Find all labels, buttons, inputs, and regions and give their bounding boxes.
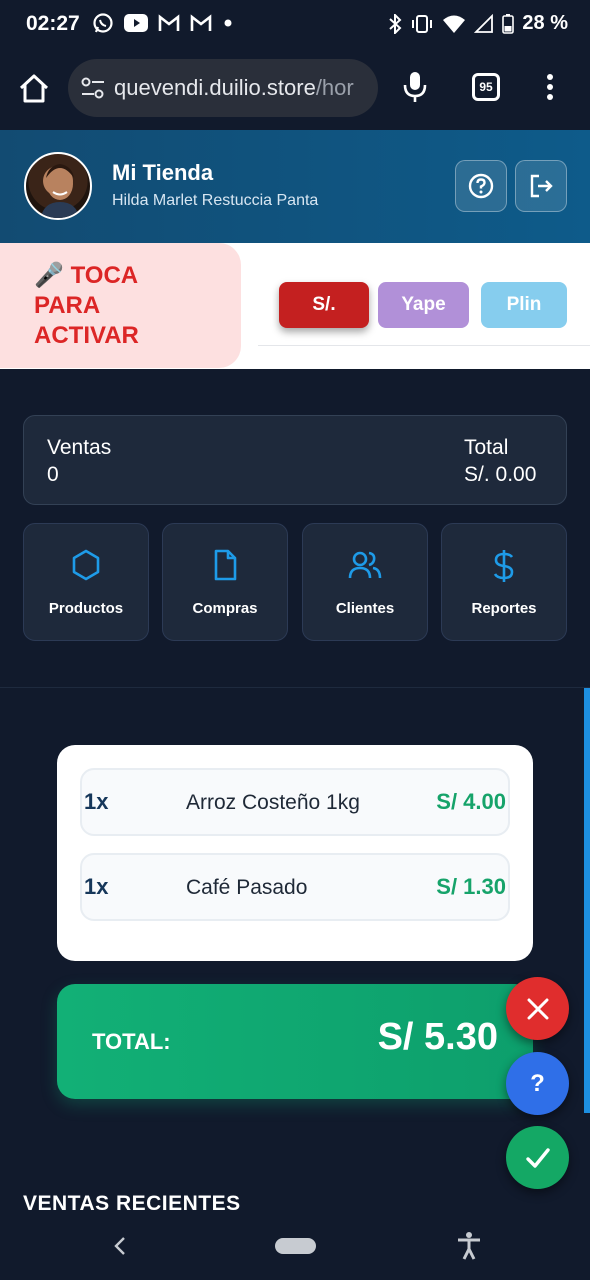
dot-icon <box>224 19 232 27</box>
item-quantity: 1x <box>84 789 109 814</box>
signal-icon <box>474 13 494 33</box>
shop-name: Mi Tienda <box>112 160 214 185</box>
help-circle-icon <box>468 173 494 199</box>
wifi-icon <box>443 15 466 33</box>
whatsapp-icon <box>93 13 113 33</box>
sales-count-value: 0 <box>47 463 59 486</box>
question-mark-icon: ? <box>530 1069 545 1097</box>
check-icon <box>525 1147 550 1168</box>
sales-total-label: Total <box>464 436 509 459</box>
users-icon <box>348 551 382 579</box>
item-quantity: 1x <box>84 874 109 899</box>
gmail-icon <box>158 14 180 31</box>
close-icon <box>527 998 548 1019</box>
reports-label: Reportes <box>471 600 537 617</box>
cart-item[interactable]: 1x Arroz Costeño 1kg S/ 4.00 <box>80 768 510 836</box>
reports-button[interactable]: Reportes <box>441 523 567 641</box>
voice-label-line2: PARA <box>34 292 101 319</box>
url-bar[interactable]: quevendi.duilio.store/hor <box>68 59 378 117</box>
total-value: S/ 5.30 <box>377 1016 498 1058</box>
system-navigation-bar <box>0 1213 590 1280</box>
purchases-button[interactable]: Compras <box>162 523 288 641</box>
item-price: S/ 1.30 <box>436 874 506 899</box>
payment-yape-button[interactable]: Yape <box>378 282 469 328</box>
home-pill[interactable] <box>275 1238 316 1254</box>
microphone-emoji-icon: 🎤 <box>34 262 64 289</box>
document-icon <box>214 549 237 581</box>
battery-percentage: 28 % <box>522 12 568 34</box>
cart-total-bar: TOTAL: S/ 5.30 <box>57 984 533 1099</box>
help-button[interactable] <box>455 160 507 212</box>
voice-label-line1: TOCA <box>70 262 139 289</box>
tab-switcher-button[interactable]: 95 <box>472 73 500 101</box>
logout-icon <box>530 174 553 198</box>
payment-plin-button[interactable]: Plin <box>481 282 567 328</box>
url-text: quevendi.duilio.store/hor <box>114 75 354 100</box>
status-bar: 02:27 28 % <box>0 0 590 48</box>
voice-activate-button[interactable]: 🎤 TOCA PARA ACTIVAR <box>0 243 241 368</box>
item-name: Arroz Costeño 1kg <box>186 791 360 814</box>
vibrate-icon <box>412 14 433 33</box>
youtube-icon <box>124 14 148 32</box>
fab-help-button[interactable]: ? <box>506 1052 569 1115</box>
payment-strip: 🎤 TOCA PARA ACTIVAR S/. Yape Plin <box>0 243 590 369</box>
sales-total-value: S/. 0.00 <box>464 463 537 486</box>
sales-count-label: Ventas <box>47 436 112 459</box>
logout-button[interactable] <box>515 160 567 212</box>
products-button[interactable]: Productos <box>23 523 149 641</box>
battery-icon <box>502 13 515 34</box>
cancel-sale-button[interactable] <box>506 977 569 1040</box>
back-icon[interactable] <box>112 1235 128 1257</box>
item-price: S/ 4.00 <box>436 789 506 814</box>
bluetooth-icon <box>389 13 402 34</box>
avatar <box>24 152 92 220</box>
payment-cash-button[interactable]: S/. <box>279 282 369 328</box>
dollar-icon <box>493 550 514 582</box>
item-name: Café Pasado <box>186 876 308 899</box>
more-options-icon[interactable] <box>545 72 555 102</box>
confirm-sale-button[interactable] <box>506 1126 569 1189</box>
gmail-icon <box>190 14 212 31</box>
browser-toolbar: quevendi.duilio.store/hor 95 <box>0 48 590 130</box>
clients-label: Clientes <box>335 600 395 617</box>
owner-name: Hilda Marlet Restuccia Panta <box>112 192 319 209</box>
sales-summary-card: Ventas 0 Total S/. 0.00 <box>23 415 567 505</box>
voice-label-line3: ACTIVAR <box>34 322 139 349</box>
divider <box>258 345 590 346</box>
accessibility-icon[interactable] <box>456 1231 482 1261</box>
user-photo-icon <box>40 164 80 218</box>
divider <box>0 687 590 688</box>
hexagon-icon <box>72 549 100 581</box>
home-icon[interactable] <box>16 70 52 106</box>
clients-button[interactable]: Clientes <box>302 523 428 641</box>
purchases-label: Compras <box>192 600 258 617</box>
site-settings-icon[interactable] <box>80 75 106 101</box>
total-label: TOTAL: <box>92 1029 171 1054</box>
cart-panel: 1x Arroz Costeño 1kg S/ 4.00 1x Café Pas… <box>57 745 533 961</box>
products-label: Productos <box>48 600 124 617</box>
scrollbar[interactable] <box>584 688 590 1113</box>
microphone-icon[interactable] <box>400 70 430 104</box>
cart-item[interactable]: 1x Café Pasado S/ 1.30 <box>80 853 510 921</box>
status-time: 02:27 <box>26 12 80 35</box>
app-header: Mi Tienda Hilda Marlet Restuccia Panta <box>0 130 590 243</box>
